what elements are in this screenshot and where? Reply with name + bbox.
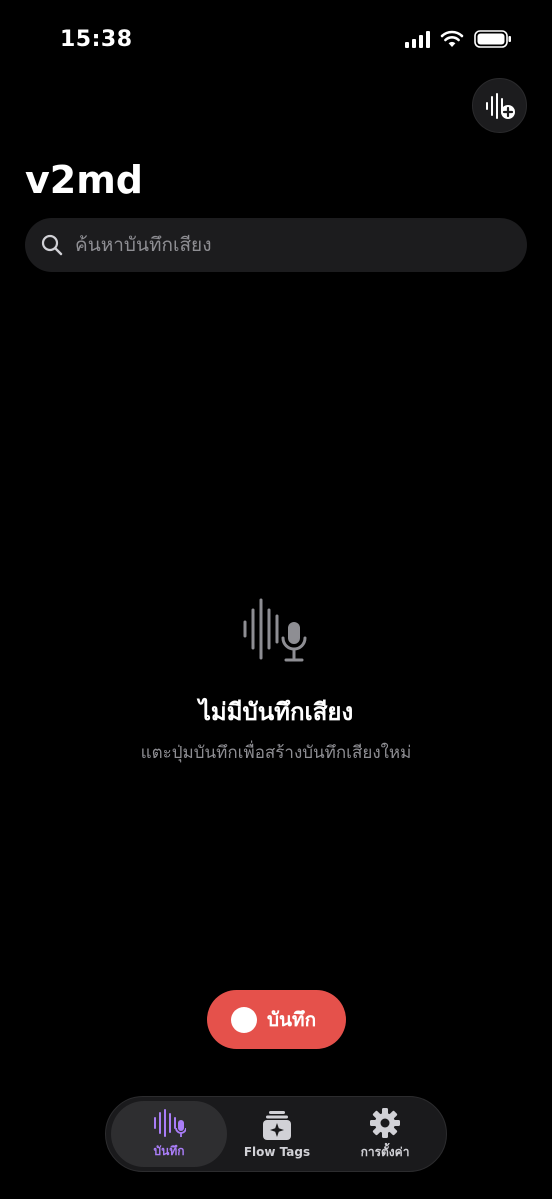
wifi-icon [440, 30, 464, 47]
empty-state-title: ไม่มีบันทึกเสียง [198, 698, 354, 726]
tab-label: บันทึก [153, 1143, 185, 1158]
page-title: v2md [25, 158, 144, 202]
new-recording-action-button[interactable] [472, 78, 527, 133]
status-icons [405, 30, 512, 48]
record-button[interactable]: บันทึก [207, 990, 346, 1049]
tab-bar: บันทึก Flow Tags การตั้งค่า [105, 1096, 447, 1172]
status-bar: 15:38 [0, 0, 552, 80]
search-input[interactable] [73, 233, 497, 257]
waveform-mic-icon [154, 1108, 186, 1137]
search-icon [41, 234, 63, 256]
tab-label: การตั้งค่า [360, 1144, 410, 1159]
sparkle-stack-icon [263, 1111, 291, 1140]
record-dot-icon [231, 1006, 257, 1033]
gear-icon [370, 1107, 400, 1138]
cellular-signal-icon [405, 30, 430, 48]
search-bar[interactable] [25, 218, 527, 272]
battery-icon [474, 30, 511, 48]
waveform-plus-icon [485, 92, 515, 119]
status-time: 15:38 [60, 27, 133, 52]
tab-settings[interactable]: การตั้งค่า [327, 1101, 443, 1167]
tab-flow-tags[interactable]: Flow Tags [219, 1101, 335, 1167]
tab-recordings[interactable]: บันทึก [111, 1101, 227, 1167]
tab-label: Flow Tags [243, 1145, 311, 1159]
record-button-label: บันทึก [267, 1008, 317, 1031]
empty-state-subtitle: แตะปุ่มบันทึกเพื่อสร้างบันทึกเสียงใหม่ [140, 743, 412, 763]
waveform-mic-icon [243, 598, 307, 662]
empty-state: ไม่มีบันทึกเสียง แตะปุ่มบันทึกเพื่อสร้าง… [0, 596, 552, 766]
